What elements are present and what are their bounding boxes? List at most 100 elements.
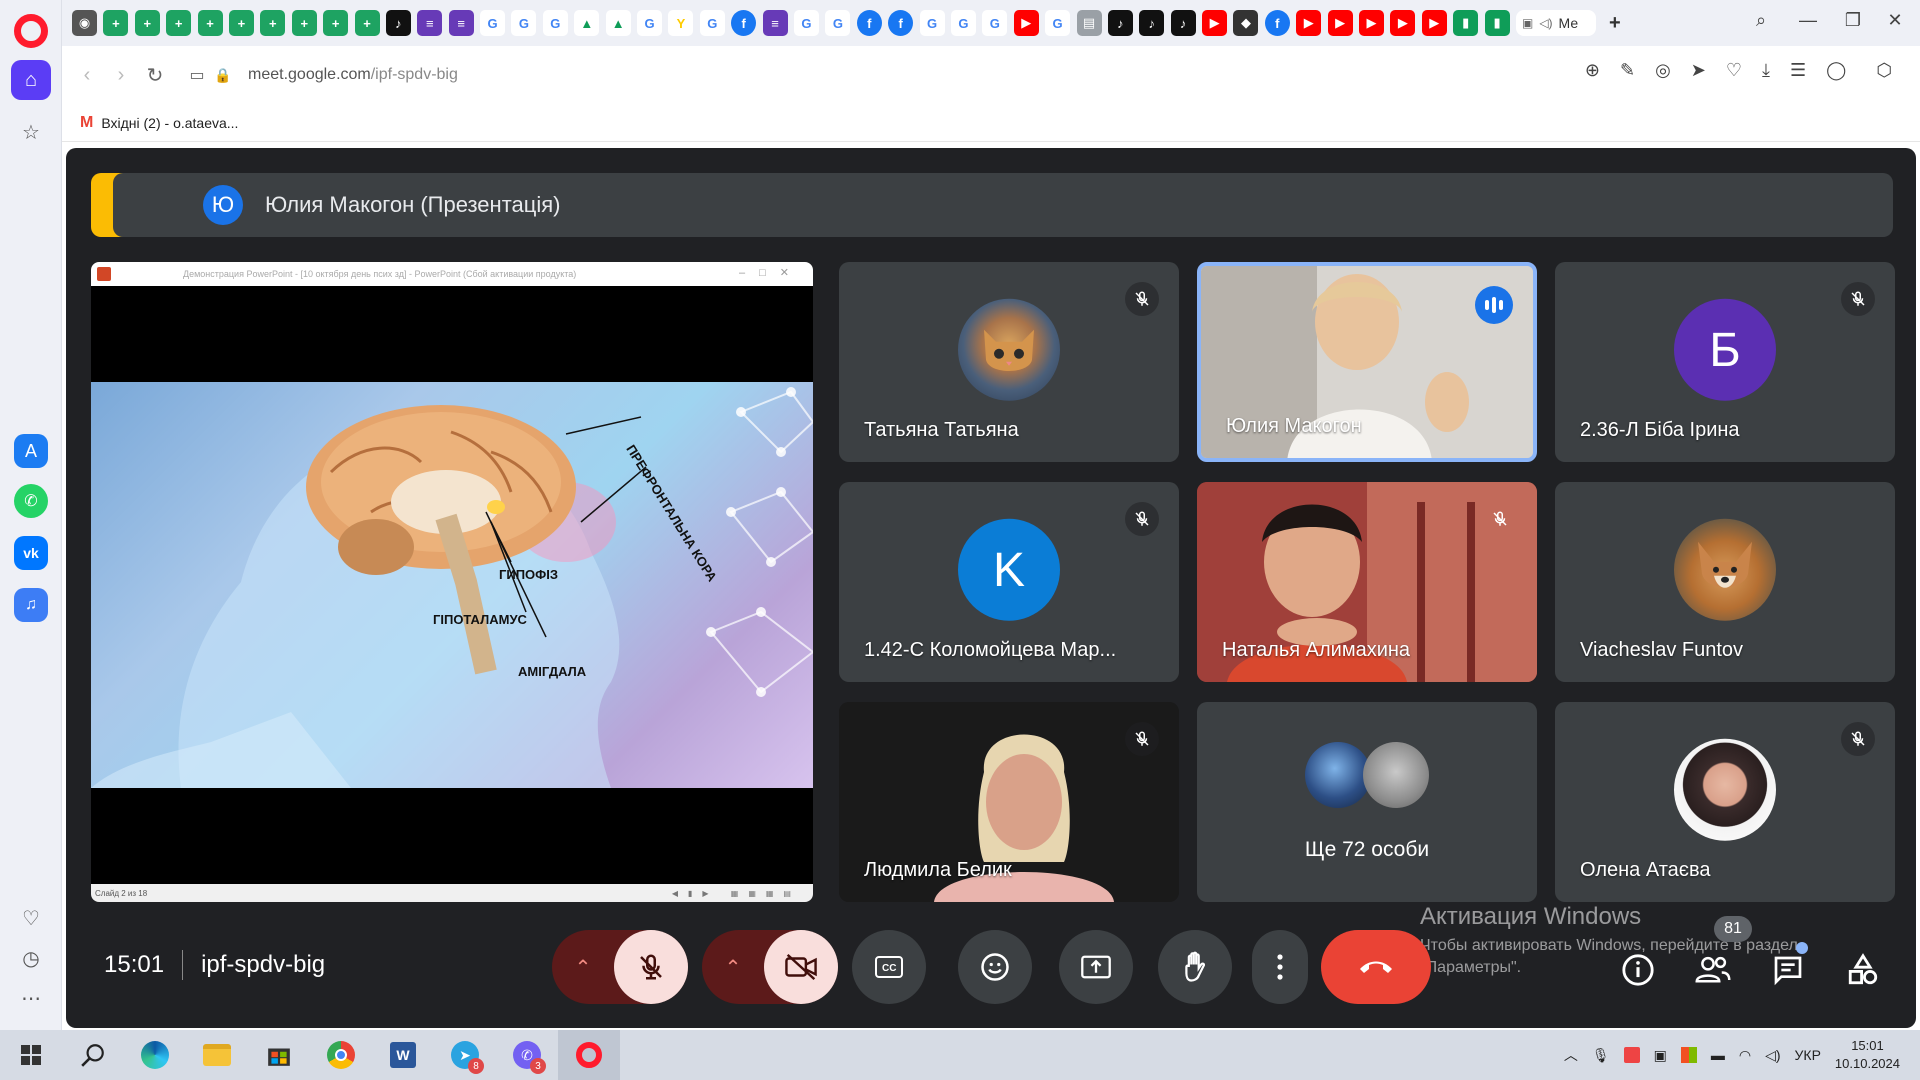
zoom-icon[interactable]: ⊕ — [1585, 60, 1600, 81]
tab-forms-icon[interactable]: ≡ — [417, 10, 443, 36]
tab-google-icon[interactable]: G — [825, 10, 851, 36]
participant-tile[interactable]: Олена Атаєва — [1555, 702, 1895, 902]
mic-toggle-button[interactable] — [614, 930, 688, 1004]
tab-sheets-icon[interactable]: + — [260, 10, 286, 36]
tab-youtube-icon[interactable]: ▶ — [1359, 10, 1385, 36]
tab-sheets-icon[interactable]: + — [103, 10, 129, 36]
tab-sheets-icon[interactable]: + — [166, 10, 192, 36]
download-icon[interactable]: ⤓ — [1762, 60, 1770, 81]
taskbar-telegram[interactable]: ➤ 8 — [434, 1030, 496, 1080]
tab-youtube-icon[interactable]: ▶ — [1013, 10, 1039, 36]
tab-meet-icon[interactable]: ▮ — [1484, 10, 1510, 36]
tab-sheets-icon[interactable]: + — [323, 10, 349, 36]
tab-sheets-icon[interactable]: + — [197, 10, 223, 36]
minimize-icon[interactable]: — — [1793, 10, 1823, 31]
tab-tiktok-icon[interactable]: ♪ — [1139, 10, 1165, 36]
tab-yandex-icon[interactable]: Y — [668, 10, 694, 36]
taskbar-store[interactable] — [248, 1030, 310, 1080]
more-icon[interactable]: ⋯ — [11, 978, 51, 1018]
tab-google-icon[interactable]: G — [982, 10, 1008, 36]
tray-app-icon[interactable] — [1623, 1047, 1640, 1063]
tab-facebook-icon[interactable]: f — [856, 10, 882, 36]
tab-app-icon[interactable]: ◆ — [1233, 10, 1259, 36]
tray-clock[interactable]: 15:01 10.10.2024 — [1835, 1037, 1900, 1073]
taskbar-edge[interactable] — [124, 1030, 186, 1080]
search-tabs-icon[interactable]: ⌕ — [1746, 10, 1776, 31]
heart-icon[interactable]: ♡ — [1726, 60, 1742, 81]
history-icon[interactable]: ◷ — [11, 938, 51, 978]
reactions-button[interactable] — [958, 930, 1032, 1004]
music-icon[interactable]: ♫ — [14, 588, 48, 622]
participant-tile[interactable]: K 1.42-С Коломойцева Мар... — [839, 482, 1179, 682]
tab-youtube-icon[interactable]: ▶ — [1296, 10, 1322, 36]
url-field[interactable]: meet.google.com/ipf-spdv-big — [248, 66, 458, 84]
tab-doc-icon[interactable]: ▤ — [1076, 10, 1102, 36]
taskbar-opera[interactable] — [558, 1030, 620, 1080]
participant-tile[interactable]: Людмила Белик — [839, 702, 1179, 902]
start-button[interactable] — [0, 1030, 62, 1080]
audio-options-chevron-icon[interactable]: ⌃ — [552, 955, 614, 980]
taskbar-viber[interactable]: ✆ 3 — [496, 1030, 558, 1080]
tray-mic-icon[interactable]: 🎙 — [1592, 1047, 1610, 1064]
send-icon[interactable]: ➤ — [1691, 60, 1706, 81]
tab-youtube-icon[interactable]: ▶ — [1202, 10, 1228, 36]
screen-share[interactable]: Демонстрация PowerPoint - [10 октября де… — [91, 262, 813, 902]
star-icon[interactable]: ☆ — [11, 112, 51, 152]
tab-forms-icon[interactable]: ≡ — [762, 10, 788, 36]
restore-icon[interactable]: ❐ — [1838, 10, 1868, 31]
raise-hand-button[interactable] — [1158, 930, 1232, 1004]
whatsapp-icon[interactable]: ✆ — [14, 484, 48, 518]
snapshot-icon[interactable]: ◎ — [1655, 60, 1671, 81]
tab-google-icon[interactable]: G — [637, 10, 663, 36]
tab-google-icon[interactable]: G — [480, 10, 506, 36]
tab-google-icon[interactable]: G — [699, 10, 725, 36]
profile-icon[interactable]: ◯ — [1826, 60, 1846, 81]
tab-facebook-icon[interactable]: f — [1264, 10, 1290, 36]
video-options-chevron-icon[interactable]: ⌃ — [702, 955, 764, 980]
tab-sheets-icon[interactable]: + — [354, 10, 380, 36]
tab-google-icon[interactable]: G — [950, 10, 976, 36]
tray-wifi-icon[interactable]: ◠ — [1739, 1047, 1751, 1064]
tab-tiktok-icon[interactable]: ♪ — [1170, 10, 1196, 36]
tab-web-icon[interactable]: ◉ — [72, 10, 97, 36]
participant-tile[interactable]: Наталья Алимахина — [1197, 482, 1537, 682]
home-icon[interactable]: ⌂ — [11, 60, 51, 100]
tab-google-icon[interactable]: G — [1045, 10, 1071, 36]
tab-meet-active[interactable]: ▣ ◁) Ме — [1515, 10, 1596, 36]
easy-setup-icon[interactable]: ☰ — [1790, 60, 1806, 81]
app-store-icon[interactable]: A — [14, 434, 48, 468]
tab-google-icon[interactable]: G — [919, 10, 945, 36]
extensions-icon[interactable]: ⬡ — [1876, 60, 1892, 81]
edit-icon[interactable]: ✎ — [1620, 60, 1635, 81]
people-button[interactable] — [1693, 950, 1733, 990]
participant-tile-speaking[interactable]: Юлия Макогон — [1197, 262, 1537, 462]
tab-facebook-icon[interactable]: f — [731, 10, 757, 36]
tray-battery-icon[interactable]: ▬ — [1711, 1047, 1725, 1063]
more-options-button[interactable] — [1252, 930, 1308, 1004]
tab-tiktok-icon[interactable]: ♪ — [1107, 10, 1133, 36]
activities-button[interactable] — [1843, 950, 1883, 990]
close-window-icon[interactable]: ✕ — [1880, 10, 1910, 31]
tab-tiktok-icon[interactable]: ♪ — [385, 10, 411, 36]
tab-google-icon[interactable]: G — [542, 10, 568, 36]
tab-google-icon[interactable]: G — [793, 10, 819, 36]
tab-sheets-icon[interactable]: + — [228, 10, 254, 36]
taskbar-explorer[interactable] — [186, 1030, 248, 1080]
heart-icon[interactable]: ♡ — [11, 898, 51, 938]
tray-chevron-icon[interactable]: ︿ — [1564, 1045, 1578, 1065]
back-icon[interactable]: ‹ — [70, 64, 104, 87]
bookmark-gmail[interactable]: Вхідні (2) - o.ataeva... — [101, 115, 238, 131]
tab-youtube-icon[interactable]: ▶ — [1327, 10, 1353, 36]
leave-call-button[interactable] — [1321, 930, 1431, 1004]
tab-meet-icon[interactable]: ▮ — [1453, 10, 1479, 36]
participant-tile[interactable]: Б 2.36-Л Біба Ірина — [1555, 262, 1895, 462]
tab-youtube-icon[interactable]: ▶ — [1421, 10, 1447, 36]
taskbar-word[interactable]: W — [372, 1030, 434, 1080]
participant-tile[interactable]: Viacheslav Funtov — [1555, 482, 1895, 682]
tab-drive-icon[interactable]: ▲ — [574, 10, 600, 36]
tray-display-icon[interactable]: ▣ — [1654, 1047, 1667, 1064]
tab-forms-icon[interactable]: ≡ — [448, 10, 474, 36]
reload-icon[interactable]: ↻ — [138, 63, 172, 88]
captions-button[interactable]: CC — [852, 930, 926, 1004]
meeting-details-button[interactable] — [1618, 950, 1658, 990]
